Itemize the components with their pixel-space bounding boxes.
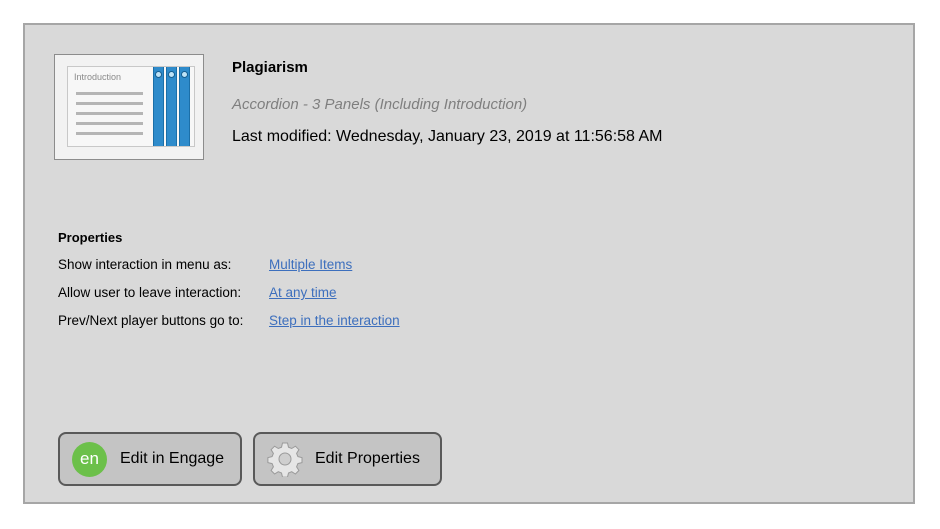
thumbnail-text-line: [76, 102, 143, 105]
engage-logo-icon: en: [72, 442, 107, 477]
interaction-title: Plagiarism: [232, 59, 308, 76]
thumbnail-text-line: [76, 92, 143, 95]
edit-in-engage-label: Edit in Engage: [120, 450, 225, 467]
property-value-menu-link[interactable]: Multiple Items: [269, 257, 352, 272]
interaction-thumbnail: Introduction: [54, 54, 204, 160]
tab-knob-icon: [181, 71, 188, 78]
property-label-leave: Allow user to leave interaction:: [58, 285, 242, 300]
thumbnail-heading: Introduction: [74, 72, 122, 82]
gear-icon: [267, 442, 303, 477]
edit-properties-button[interactable]: Edit Properties: [253, 432, 442, 486]
property-label-navigation: Prev/Next player buttons go to:: [58, 313, 244, 328]
edit-in-engage-button[interactable]: en Edit in Engage: [58, 432, 242, 486]
thumbnail-text-line: [76, 132, 143, 135]
thumbnail-accordion-tab: [153, 67, 164, 146]
thumbnail-text-line: [76, 122, 143, 125]
property-label-menu: Show interaction in menu as:: [58, 257, 232, 272]
thumbnail-accordion-tab: [179, 67, 190, 146]
tab-knob-icon: [168, 71, 175, 78]
interaction-type: Accordion - 3 Panels (Including Introduc…: [232, 96, 528, 113]
last-modified: Last modified: Wednesday, January 23, 20…: [232, 128, 663, 145]
thumbnail-accordion-tab: [166, 67, 177, 146]
thumbnail-text-line: [76, 112, 143, 115]
tab-knob-icon: [155, 71, 162, 78]
properties-heading: Properties: [58, 230, 123, 245]
property-value-navigation-link[interactable]: Step in the interaction: [269, 313, 400, 328]
interaction-info-panel: Introduction Plagiarism Accordion - 3 Pa…: [23, 23, 915, 504]
edit-properties-label: Edit Properties: [315, 450, 420, 467]
property-value-leave-link[interactable]: At any time: [269, 285, 337, 300]
